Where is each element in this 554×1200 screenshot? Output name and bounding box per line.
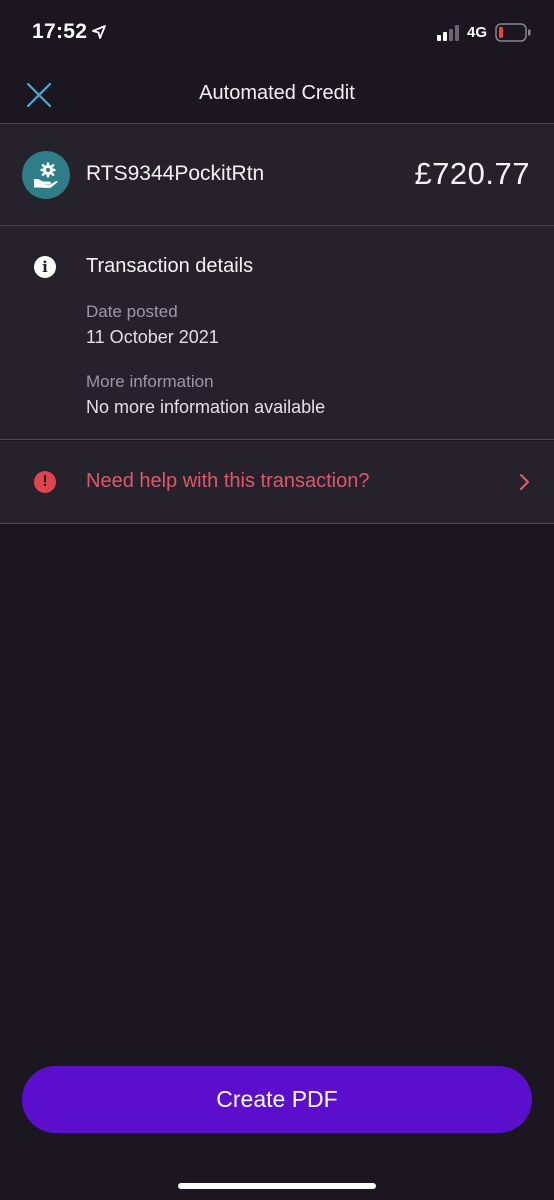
- battery-icon: [495, 23, 531, 42]
- info-icon: i: [34, 256, 56, 278]
- create-pdf-button[interactable]: Create PDF: [22, 1066, 532, 1133]
- alert-icon: !: [34, 471, 56, 493]
- hand-gear-icon: [34, 162, 58, 188]
- status-bar: 17:52 4G: [0, 0, 554, 66]
- date-posted-label: Date posted: [86, 302, 178, 321]
- signal-icon: [437, 25, 459, 41]
- home-indicator: [178, 1183, 376, 1189]
- more-information-label: More information: [86, 372, 214, 391]
- transaction-detail-screen: 17:52 4G Automated Credit RTS9344PockitR…: [0, 0, 554, 1200]
- help-link-text: Need help with this transaction?: [86, 470, 370, 492]
- help-with-transaction-row[interactable]: ! Need help with this transaction?: [0, 441, 554, 524]
- nav-header: Automated Credit: [0, 66, 554, 124]
- status-time: 17:52: [32, 20, 88, 43]
- location-arrow-icon: [92, 25, 106, 39]
- merchant-summary: RTS9344PockitRtn £720.77: [0, 124, 554, 226]
- page-title: Automated Credit: [199, 82, 355, 104]
- transaction-amount: £720.77: [414, 156, 530, 191]
- date-posted-value: 11 October 2021: [86, 327, 219, 347]
- merchant-avatar: [22, 151, 70, 199]
- details-title: Transaction details: [86, 255, 254, 277]
- transaction-details: i Transaction details Date posted 11 Oct…: [0, 226, 554, 440]
- network-type: 4G: [467, 24, 488, 41]
- more-information-value: No more information available: [86, 397, 326, 417]
- chevron-right-icon: [519, 473, 530, 491]
- merchant-name: RTS9344PockitRtn: [86, 162, 265, 185]
